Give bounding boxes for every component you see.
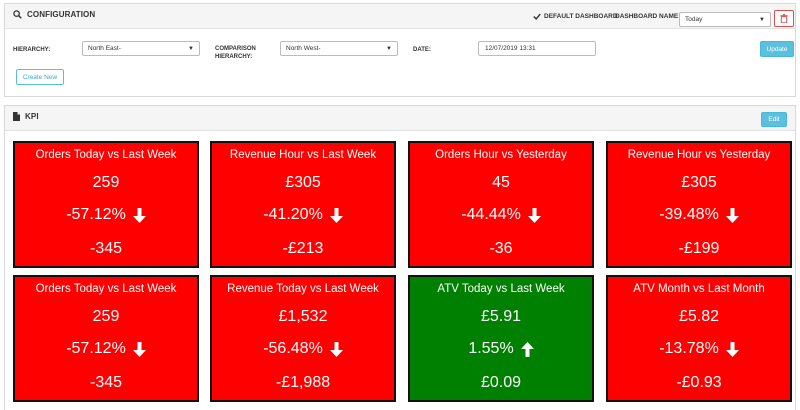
date-input[interactable]: 12/07/2019 13:31 [478,41,596,56]
hierarchy-label: HIERARCHY: [13,47,51,53]
chevron-down-icon: ▼ [386,45,392,52]
kpi-tile-value: £305 [285,174,321,191]
kpi-tile: Orders Hour vs Yesterday 45 -44.44% -36 [408,141,594,268]
comparison-hierarchy-label: COMPARISON HIERARCHY: [215,46,256,60]
kpi-tile-difference: -345 [89,374,123,391]
kpi-tile: Orders Today vs Last Week 259 -57.12% -345 [13,141,199,268]
update-button[interactable]: Update [760,41,794,57]
configuration-panel: CONFIGURATION DEFAULT DASHBOARD DASHBOAR… [4,3,796,97]
kpi-tile-difference: £0.09 [480,374,522,391]
configuration-header: CONFIGURATION DEFAULT DASHBOARD DASHBOAR… [5,4,795,29]
kpi-tile: Orders Today vs Last Week 259 -57.12% -345 [13,275,199,402]
kpi-tile-value: £5.91 [480,308,522,325]
arrow-down-icon [527,207,541,223]
trash-icon [780,14,788,23]
kpi-tile-change: -41.20% [212,206,394,224]
kpi-tile: Revenue Today vs Last Week £1,532 -56.48% -… [210,275,396,402]
kpi-tile-percent: -39.48% [659,206,719,223]
comparison-hierarchy-select[interactable]: North West- ▼ [280,41,398,56]
dashboard-name-label: DASHBOARD NAME: [615,13,681,20]
comparison-hierarchy-value: North West- [286,45,321,52]
kpi-tile-title: Revenue Today vs Last Week [227,283,379,295]
delete-dashboard-button[interactable] [774,10,794,27]
kpi-tile-title: Orders Today vs Last Week [35,283,177,295]
kpi-tile: Revenue Hour vs Yesterday £305 -39.48% -£19… [606,141,792,268]
kpi-tile-change: -44.44% [410,206,592,224]
date-label: DATE: [413,47,431,53]
kpi-title-text: KPI [25,112,39,121]
dashboard-name-select[interactable]: Today ▼ [679,12,771,27]
search-icon [13,10,22,19]
edit-kpi-button[interactable]: Edit [761,112,787,127]
kpi-tile-change: -57.12% [15,340,197,358]
kpi-tile-difference: -36 [489,240,513,257]
kpi-tile-value: £305 [681,174,717,191]
kpi-tile-change: 1.55% [410,340,592,358]
kpi-tile-percent: -57.12% [66,340,126,357]
kpi-tile-value: £1,532 [278,308,328,325]
hierarchy-value: North East- [88,45,121,52]
arrow-up-icon [520,341,534,357]
kpi-tile-difference: -£0.93 [676,374,722,391]
kpi-tile-value: 259 [92,308,120,325]
create-new-button[interactable]: Create New [16,69,64,85]
kpi-tile-percent: -56.48% [263,340,323,357]
default-dashboard-label: DEFAULT DASHBOARD [544,13,618,20]
kpi-tile-title: Orders Today vs Last Week [35,149,177,161]
check-icon [533,13,541,20]
kpi-tile-percent: -57.12% [66,206,126,223]
kpi-tile-percent: -44.44% [461,206,521,223]
arrow-down-icon [132,341,146,357]
configuration-title: CONFIGURATION [13,10,95,19]
kpi-tile-percent: -41.20% [263,206,323,223]
kpi-tile-change: -56.48% [212,340,394,358]
kpi-tile-change: -13.78% [608,340,790,358]
kpi-tile-difference: -£1,988 [275,374,331,391]
hierarchy-select[interactable]: North East- ▼ [82,41,200,56]
arrow-down-icon [725,341,739,357]
arrow-down-icon [329,341,343,357]
kpi-tile-value: 45 [492,174,510,191]
kpi-tile-change: -39.48% [608,206,790,224]
kpi-tile-change: -57.12% [15,206,197,224]
kpi-tile-title: Revenue Hour vs Yesterday [627,149,771,161]
kpi-tile-title: Orders Hour vs Yesterday [435,149,567,161]
kpi-tile-percent: 1.55% [468,340,514,357]
kpi-tile-difference: -£213 [282,240,324,257]
chevron-down-icon: ▼ [188,45,194,52]
arrow-down-icon [329,207,343,223]
kpi-tile-title: ATV Today vs Last Week [437,283,565,295]
kpi-tile-difference: -345 [89,240,123,257]
kpi-tile: Revenue Hour vs Last Week £305 -41.20% -£21… [210,141,396,268]
dashboard-name-value: Today [685,16,703,23]
default-dashboard-toggle[interactable]: DEFAULT DASHBOARD [533,13,618,20]
chevron-down-icon: ▼ [759,16,765,23]
kpi-tile: ATV Month vs Last Month £5.82 -13.78% -£0.9… [606,275,792,402]
kpi-tile-title: Revenue Hour vs Last Week [229,149,377,161]
kpi-header: KPI Edit [5,106,795,131]
arrow-down-icon [132,207,146,223]
kpi-tile: ATV Today vs Last Week £5.91 1.55% £0.09 [408,275,594,402]
kpi-tile-difference: -£199 [678,240,720,257]
file-icon [13,112,20,121]
kpi-tile-value: £5.82 [678,308,720,325]
arrow-down-icon [725,207,739,223]
kpi-panel: KPI Edit Orders Today vs Last Week 259 -57… [4,105,796,410]
configuration-title-text: CONFIGURATION [27,10,96,19]
kpi-tile-percent: -13.78% [659,340,719,357]
kpi-tile-value: 259 [92,174,120,191]
kpi-tile-title: ATV Month vs Last Month [633,283,765,295]
kpi-title: KPI [13,112,39,121]
